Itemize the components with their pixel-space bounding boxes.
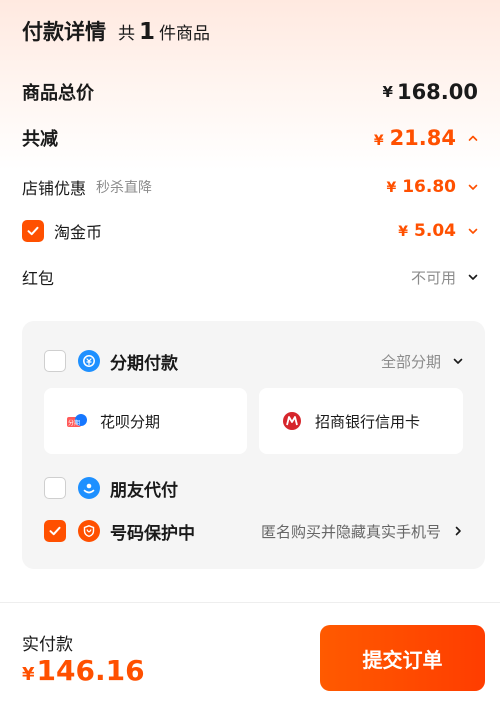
- total-price-label: 商品总价: [22, 83, 94, 104]
- total-price-value: ¥168.00: [383, 80, 478, 104]
- installment-row[interactable]: 分期付款 全部分期: [44, 347, 463, 375]
- chevron-right-icon: [453, 526, 463, 536]
- taojinbi-currency: ¥: [398, 224, 409, 240]
- friend-pay-icon: [78, 477, 100, 499]
- taojinbi-amount: 5.04: [414, 221, 456, 241]
- payment-header: 付款详情 共 1 件商品: [22, 16, 210, 46]
- payment-options-panel: 分期付款 全部分期 分期 花呗分期 招商银行信用卡 朋友代付 号码保护中 匿名购…: [22, 321, 485, 569]
- discount-row[interactable]: 共减 ¥21.84: [22, 124, 478, 152]
- shop-discount-sublabel: 秒杀直降: [96, 180, 153, 196]
- chevron-down-icon: [453, 356, 463, 366]
- hongbao-label: 红包: [22, 269, 55, 288]
- hongbao-row[interactable]: 红包 不可用: [22, 264, 478, 290]
- chevron-down-icon[interactable]: [468, 182, 478, 192]
- item-count-prefix: 共: [118, 24, 135, 44]
- friend-pay-row[interactable]: 朋友代付: [44, 474, 463, 502]
- discount-currency: ¥: [373, 133, 384, 149]
- discount-label: 共减: [22, 129, 58, 150]
- number-protect-row[interactable]: 号码保护中 匿名购买并隐藏真实手机号: [44, 517, 463, 545]
- shop-discount-currency: ¥: [386, 180, 397, 196]
- number-protect-detail-link[interactable]: 匿名购买并隐藏真实手机号: [261, 521, 463, 542]
- number-protect-desc: 匿名购买并隐藏真实手机号: [260, 522, 441, 541]
- shop-discount-value: ¥16.80: [386, 177, 456, 197]
- installment-all-dropdown[interactable]: 全部分期: [381, 351, 463, 372]
- chevron-up-icon[interactable]: [468, 133, 478, 143]
- taojinbi-value: ¥5.04: [398, 221, 456, 241]
- shield-icon: [78, 520, 100, 542]
- chevron-down-icon[interactable]: [468, 226, 478, 236]
- cmb-credit-label: 招商银行信用卡: [315, 412, 421, 431]
- taojinbi-label: 淘金币: [54, 223, 103, 242]
- hongbao-status: 不可用: [410, 268, 456, 287]
- number-protect-checkbox[interactable]: [44, 520, 66, 542]
- actual-pay-amount: 146.16: [36, 654, 145, 687]
- huabei-option[interactable]: 分期 花呗分期: [44, 388, 247, 454]
- shop-discount-row[interactable]: 店铺优惠 秒杀直降 ¥16.80: [22, 174, 478, 200]
- friend-pay-checkbox[interactable]: [44, 477, 66, 499]
- number-protect-label: 号码保护中: [110, 523, 195, 544]
- huabei-icon: 分期: [66, 410, 88, 432]
- submit-order-button[interactable]: 提交订单: [320, 625, 485, 691]
- actual-pay-currency: ¥: [22, 664, 35, 685]
- chevron-down-icon[interactable]: [468, 272, 478, 282]
- actual-pay-label: 实付款: [22, 635, 73, 655]
- footer-divider: [0, 602, 500, 603]
- installment-label: 分期付款: [110, 353, 178, 374]
- huabei-label: 花呗分期: [100, 412, 161, 431]
- shop-discount-label: 店铺优惠: [22, 179, 87, 198]
- discount-value: ¥21.84: [374, 126, 456, 150]
- installment-action: 全部分期: [380, 352, 441, 371]
- total-price-currency: ¥: [382, 83, 393, 101]
- page-title: 付款详情: [22, 20, 106, 44]
- check-icon: [27, 226, 39, 236]
- total-price-amount: 168.00: [396, 80, 478, 104]
- shop-discount-amount: 16.80: [402, 177, 456, 197]
- item-count-suffix: 件商品: [159, 24, 211, 44]
- item-count: 共 1 件商品: [118, 19, 210, 45]
- installment-icon: [78, 350, 100, 372]
- friend-pay-label: 朋友代付: [110, 480, 178, 501]
- total-price-row: 商品总价 ¥168.00: [22, 78, 478, 106]
- check-icon: [49, 526, 61, 536]
- actual-pay-value: ¥146.16: [22, 654, 145, 687]
- cmb-bank-icon: [281, 410, 303, 432]
- cmb-credit-option[interactable]: 招商银行信用卡: [259, 388, 463, 454]
- discount-amount: 21.84: [389, 126, 456, 150]
- item-count-number: 1: [139, 19, 156, 45]
- svg-text:分期: 分期: [68, 419, 80, 427]
- installment-checkbox[interactable]: [44, 350, 66, 372]
- taojinbi-row[interactable]: 淘金币 ¥5.04: [22, 218, 478, 244]
- taojinbi-checkbox[interactable]: [22, 220, 44, 242]
